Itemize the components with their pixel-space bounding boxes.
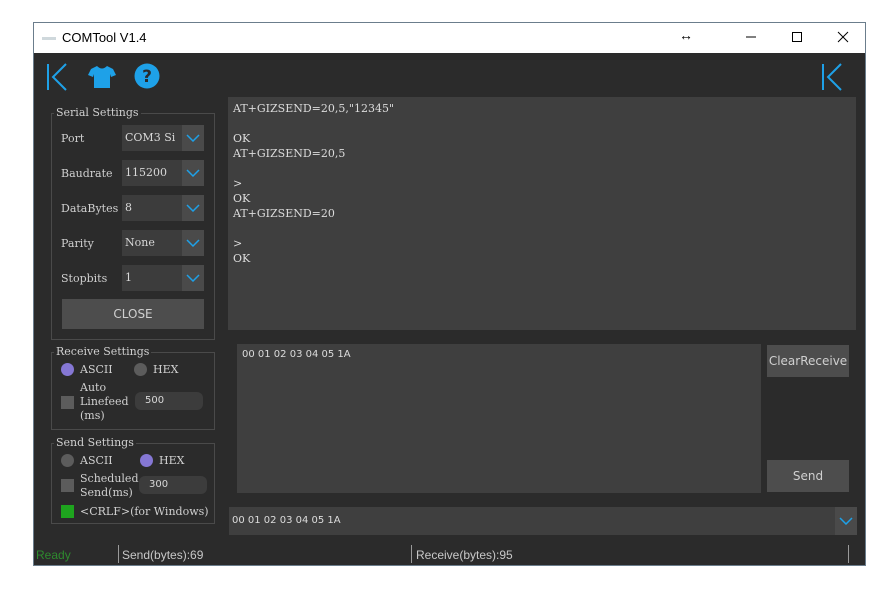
auto-linefeed-label-line: Auto: [80, 381, 107, 394]
status-bar: Ready Send(bytes):69 Receive(bytes):95: [34, 543, 865, 565]
port-select[interactable]: COM3 Si: [122, 125, 204, 151]
send-settings-group: Send Settings ASCII HEX Scheduled Send(m…: [51, 436, 215, 524]
receive-ascii-label: ASCII: [80, 363, 113, 376]
auto-linefeed-input[interactable]: 500: [135, 392, 203, 410]
receive-line: >: [233, 177, 243, 190]
help-icon[interactable]: ?: [134, 63, 160, 89]
scheduled-send-input[interactable]: 300: [139, 476, 207, 494]
minimize-button[interactable]: [728, 23, 774, 53]
port-value: COM3 Si: [125, 131, 176, 144]
scheduled-send-checkbox[interactable]: [61, 479, 74, 492]
stopbits-select[interactable]: 1: [122, 265, 204, 291]
chevron-down-icon[interactable]: [182, 195, 204, 221]
stopbits-value: 1: [125, 271, 132, 284]
parity-value: None: [125, 236, 155, 249]
baudrate-label: Baudrate: [61, 167, 113, 180]
close-icon: [837, 31, 849, 43]
receive-line: AT+GIZSEND=20,5,"12345": [233, 102, 394, 115]
serial-settings-group: Serial Settings Port COM3 Si Baudrate 11…: [51, 106, 215, 340]
stopbits-label: Stopbits: [61, 272, 108, 285]
status-separator: [411, 545, 412, 563]
app-icon: [42, 37, 56, 40]
status-separator: [118, 545, 119, 563]
collapse-left-icon[interactable]: [46, 63, 68, 91]
auto-linefeed-label-line: (ms): [80, 409, 105, 422]
resize-icon: ↔: [679, 27, 693, 43]
auto-linefeed-label-line: Linefeed: [80, 395, 129, 408]
scheduled-send-label: Scheduled Send(ms): [80, 472, 139, 500]
chevron-down-icon[interactable]: [182, 230, 204, 256]
send-ascii-radio[interactable]: [61, 454, 74, 467]
maximize-button[interactable]: [774, 23, 820, 53]
receive-hex-label: HEX: [153, 363, 179, 376]
shirt-icon[interactable]: [88, 65, 116, 89]
databytes-label: DataBytes: [61, 202, 119, 215]
status-ready: Ready: [36, 548, 71, 562]
receive-line: >: [233, 237, 243, 250]
send-settings-title: Send Settings: [54, 436, 136, 449]
window-title: COMTool V1.4: [62, 30, 147, 45]
chevron-down-icon[interactable]: [182, 265, 204, 291]
databytes-value: 8: [125, 201, 132, 214]
receive-line: OK: [233, 132, 251, 145]
comtool-window: COMTool V1.4 ↔ ? Serial Settings Port CO…: [33, 22, 866, 566]
chevron-down-icon[interactable]: [835, 507, 857, 535]
baudrate-select[interactable]: 115200: [122, 160, 204, 186]
auto-linefeed-label: Auto Linefeed (ms): [80, 381, 129, 423]
send-history-value: 00 01 02 03 04 05 1A: [232, 515, 341, 526]
port-label: Port: [61, 132, 85, 145]
crlf-checkbox[interactable]: [61, 505, 74, 518]
clear-receive-button[interactable]: ClearReceive: [767, 345, 849, 377]
send-ascii-label: ASCII: [80, 454, 113, 467]
minimize-icon: [746, 36, 756, 38]
send-hex-radio[interactable]: [140, 454, 153, 467]
receive-line: AT+GIZSEND=20,5: [233, 147, 346, 160]
send-history-select[interactable]: 00 01 02 03 04 05 1A: [229, 507, 857, 535]
maximize-icon: [792, 32, 802, 42]
baudrate-value: 115200: [125, 166, 167, 179]
receive-line: [233, 221, 851, 236]
scheduled-send-label-line: Scheduled: [80, 472, 139, 485]
receive-line: [233, 161, 851, 176]
title-bar[interactable]: COMTool V1.4 ↔: [34, 23, 865, 53]
receive-line: [233, 116, 851, 131]
svg-text:?: ?: [142, 67, 152, 87]
chevron-down-icon[interactable]: [182, 125, 204, 151]
send-text-area[interactable]: 00 01 02 03 04 05 1A: [237, 344, 761, 493]
close-window-button[interactable]: [820, 23, 865, 53]
receive-line: OK: [233, 192, 251, 205]
crlf-label: <CRLF>(for Windows): [80, 505, 209, 518]
receive-ascii-radio[interactable]: [61, 363, 74, 376]
receive-settings-title: Receive Settings: [54, 345, 152, 358]
receive-settings-group: Receive Settings ASCII HEX Auto Linefeed…: [51, 345, 215, 430]
status-receive-bytes: Receive(bytes):95: [416, 548, 513, 562]
auto-linefeed-checkbox[interactable]: [61, 396, 74, 409]
chevron-down-icon[interactable]: [182, 160, 204, 186]
parity-select[interactable]: None: [122, 230, 204, 256]
databytes-select[interactable]: 8: [122, 195, 204, 221]
send-hex-label: HEX: [159, 454, 185, 467]
status-send-bytes: Send(bytes):69: [122, 548, 204, 562]
close-port-button[interactable]: CLOSE: [62, 299, 204, 329]
parity-label: Parity: [61, 237, 94, 250]
receive-hex-radio[interactable]: [134, 363, 147, 376]
status-separator: [848, 545, 849, 563]
serial-settings-title: Serial Settings: [54, 106, 141, 119]
receive-line: AT+GIZSEND=20: [233, 207, 335, 220]
receive-line: OK: [233, 252, 251, 265]
scheduled-send-label-line: Send(ms): [80, 486, 133, 499]
send-button[interactable]: Send: [767, 460, 849, 492]
collapse-right-icon[interactable]: [821, 63, 843, 91]
receive-text-area[interactable]: AT+GIZSEND=20,5,"12345" OK AT+GIZSEND=20…: [228, 97, 856, 330]
